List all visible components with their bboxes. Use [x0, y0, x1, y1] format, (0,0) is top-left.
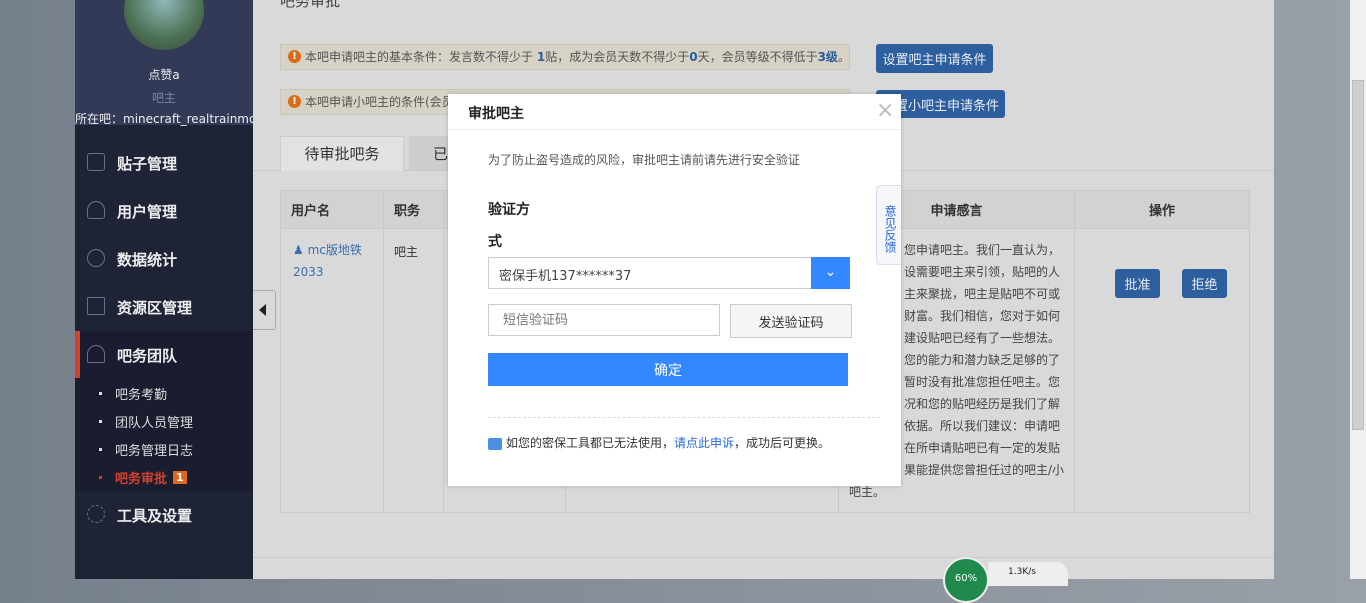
method-label: 验证方 [488, 202, 530, 218]
footer-text: 如您的密保工具都已无法使用， [506, 436, 675, 450]
set-manager-conditions-button[interactable]: 设置吧主申请条件 [876, 44, 993, 73]
folder-icon [87, 297, 105, 315]
nav-label: 吧务团队 [117, 346, 178, 365]
sidebar: 点赞a 吧主 所在吧：minecraft_realtrainmod 贴子管理 用… [75, 0, 259, 579]
pie-chart-icon [87, 249, 105, 267]
gear-icon [87, 505, 105, 523]
approve-manager-dialog: 审批吧主 × 为了防止盗号造成的风险，审批吧主请前请先进行安全验证 验证方 式 … [448, 94, 901, 486]
forum-label: 所在吧： [75, 112, 124, 126]
network-widget-ball[interactable]: 60% [943, 557, 989, 603]
nav-user-management[interactable]: 用户管理 [75, 187, 253, 235]
nav-resources[interactable]: 资源区管理 [75, 283, 253, 331]
role-cell: 吧主 [383, 228, 444, 513]
nav-label: 数据统计 [117, 250, 178, 269]
nav-label: 贴子管理 [117, 154, 178, 173]
sms-code-input[interactable] [488, 304, 720, 336]
divider [488, 417, 880, 418]
notice-value: 3级 [817, 50, 838, 64]
method-label-cont: 式 [488, 234, 502, 250]
reject-button[interactable]: 拒绝 [1182, 269, 1227, 298]
scrollbar-thumb[interactable] [1352, 80, 1364, 430]
collapse-sidebar-button[interactable] [253, 290, 276, 330]
nav-statistics[interactable]: 数据统计 [75, 235, 253, 283]
subnav-team-members[interactable]: 团队人员管理 [75, 407, 253, 435]
confirm-button[interactable]: 确定 [488, 353, 848, 386]
col-username: 用户名 [280, 190, 384, 229]
dialog-intro: 为了防止盗号造成的风险，审批吧主请前请先进行安全验证 [488, 153, 801, 167]
profile-panel: 点赞a 吧主 所在吧：minecraft_realtrainmod [75, 0, 253, 126]
pending-badge: 1 [173, 470, 187, 484]
profile-name[interactable]: 点赞a [75, 66, 253, 83]
footer-divider [253, 557, 1274, 558]
nav-label: 工具及设置 [117, 506, 193, 525]
tab-pending[interactable]: 待审批吧务 [280, 136, 404, 171]
notice-value: 0 [689, 50, 698, 64]
col-actions: 操作 [1074, 190, 1250, 229]
nav-team[interactable]: 吧务团队 [75, 331, 253, 379]
caret-left-icon [259, 304, 266, 316]
footer-text: ，成功后可更换。 [734, 436, 831, 450]
warning-icon: ! [288, 50, 301, 63]
approve-button[interactable]: 批准 [1115, 269, 1160, 298]
subnav-log[interactable]: 吧务管理日志 [75, 435, 253, 463]
nav-tools-settings[interactable]: 工具及设置 [75, 491, 253, 539]
subnav-label: 团队人员管理 [115, 415, 194, 431]
appeal-link[interactable]: 请点此申诉 [674, 436, 734, 450]
subnav-label: 吧务审批 [115, 471, 168, 487]
network-speed: 1.3K/s [988, 562, 1068, 586]
avatar[interactable] [124, 0, 204, 50]
notice-text: 贴，成为会员天数不得少于 [545, 50, 690, 64]
notice-text: 。 [837, 50, 850, 64]
verification-method-select[interactable]: 密保手机137******37 ⌄ [488, 257, 850, 289]
subnav-approval[interactable]: 吧务审批 1 [75, 463, 253, 491]
scrollbar[interactable] [1350, 0, 1366, 579]
notice-text: 天，会员等级不得低于 [697, 50, 818, 64]
select-value: 密保手机137******37 [499, 269, 632, 284]
username-link[interactable]: mc版地铁2033 [293, 243, 362, 279]
chevron-down-icon[interactable]: ⌄ [811, 257, 850, 289]
document-icon [87, 153, 105, 171]
forum-name[interactable]: minecraft_realtrainmod [123, 112, 253, 126]
notice-value: 1 [536, 50, 546, 64]
notice-text: 本吧申请小吧主的条件(会员 [305, 95, 454, 109]
page-title: 吧务审批 [280, 0, 341, 10]
nav-label: 资源区管理 [117, 298, 193, 317]
user-icon: ♟ [293, 243, 304, 257]
subnav-label: 吧务考勤 [115, 387, 168, 403]
notice-text: 本吧申请吧主的基本条件：发言数不得少于 [305, 50, 537, 64]
message-icon [488, 437, 502, 450]
subnav-label: 吧务管理日志 [115, 443, 194, 459]
subnav-attendance[interactable]: 吧务考勤 [75, 379, 253, 407]
notice-manager-conditions: ! 本吧申请吧主的基本条件：发言数不得少于 1贴，成为会员天数不得少于0天，会员… [280, 44, 850, 70]
feedback-tab[interactable]: 意见反馈 [876, 185, 901, 265]
user-icon [87, 201, 105, 219]
nav-label: 用户管理 [117, 202, 178, 221]
warning-icon: ! [288, 95, 301, 108]
nav-post-management[interactable]: 贴子管理 [75, 139, 253, 187]
team-icon [87, 345, 105, 363]
close-icon[interactable]: × [876, 98, 894, 123]
send-code-button[interactable]: 发送验证码 [730, 304, 852, 338]
col-role: 职务 [383, 190, 444, 229]
dialog-title: 审批吧主 [468, 106, 524, 122]
profile-role: 吧主 [151, 91, 176, 105]
